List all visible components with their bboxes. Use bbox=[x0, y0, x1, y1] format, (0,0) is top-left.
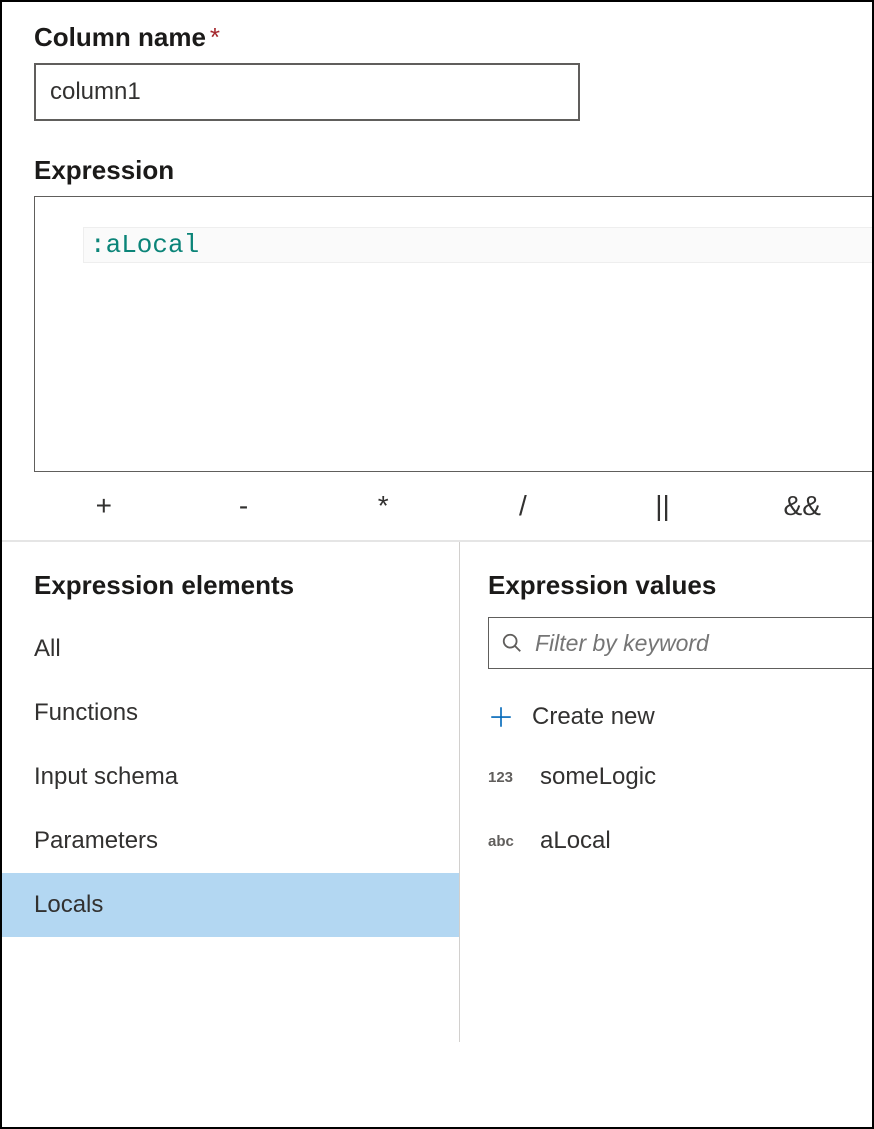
type-badge-string: abc bbox=[488, 833, 528, 850]
values-panel-title: Expression values bbox=[488, 570, 872, 617]
expression-values-panel: Expression values Create new 123 someLog… bbox=[460, 542, 872, 1042]
column-name-input[interactable] bbox=[34, 63, 580, 121]
elements-item-input-schema[interactable]: Input schema bbox=[2, 745, 459, 809]
operator-toolbar: + - * / || && bbox=[34, 472, 872, 540]
expression-editor[interactable]: :aLocal bbox=[34, 196, 872, 472]
elements-item-parameters[interactable]: Parameters bbox=[2, 809, 459, 873]
value-name: aLocal bbox=[540, 827, 611, 855]
operator-plus[interactable]: + bbox=[34, 490, 174, 522]
search-icon bbox=[501, 632, 523, 654]
operator-divide[interactable]: / bbox=[453, 490, 593, 522]
elements-item-locals[interactable]: Locals bbox=[2, 873, 459, 937]
column-name-label: Column name* bbox=[34, 22, 840, 53]
elements-item-all[interactable]: All bbox=[2, 617, 459, 681]
operator-multiply[interactable]: * bbox=[313, 490, 453, 522]
value-item-somelogic[interactable]: 123 someLogic bbox=[488, 745, 872, 809]
operator-minus[interactable]: - bbox=[174, 490, 314, 522]
filter-input[interactable] bbox=[535, 630, 860, 657]
type-badge-number: 123 bbox=[488, 769, 528, 786]
expression-elements-panel: Expression elements All Functions Input … bbox=[2, 542, 460, 1042]
plus-icon bbox=[488, 704, 514, 730]
operator-or[interactable]: || bbox=[593, 490, 733, 522]
value-name: someLogic bbox=[540, 763, 656, 791]
create-new-button[interactable]: Create new bbox=[488, 689, 872, 745]
expression-code: :aLocal bbox=[90, 230, 199, 260]
filter-wrapper[interactable] bbox=[488, 617, 872, 669]
required-indicator: * bbox=[210, 22, 220, 52]
elements-item-functions[interactable]: Functions bbox=[2, 681, 459, 745]
value-item-alocal[interactable]: abc aLocal bbox=[488, 809, 872, 873]
operator-and[interactable]: && bbox=[732, 490, 872, 522]
create-new-label: Create new bbox=[532, 703, 655, 731]
elements-panel-title: Expression elements bbox=[2, 570, 459, 617]
expression-label: Expression bbox=[34, 155, 872, 186]
